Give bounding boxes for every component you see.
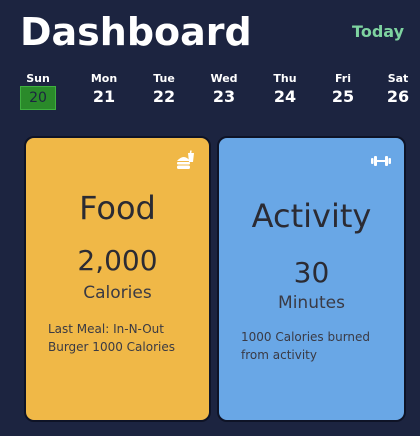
day-fri[interactable]: Fri 25 — [323, 72, 363, 108]
day-wed[interactable]: Wed 23 — [204, 72, 244, 108]
day-date: 20 — [20, 86, 56, 110]
food-card[interactable]: Food 2,000 Calories Last Meal: In-N-Out … — [24, 136, 211, 422]
day-name: Sun — [26, 72, 50, 85]
activity-minutes-value: 30 — [293, 256, 330, 289]
day-name: Sat — [387, 72, 409, 85]
day-name: Wed — [210, 72, 238, 85]
header: Dashboard Today — [0, 0, 420, 70]
day-sat[interactable]: Sat 26 — [378, 72, 418, 108]
day-sun[interactable]: Sun 20 — [18, 72, 58, 110]
activity-minutes-unit: Minutes — [278, 293, 345, 313]
today-button[interactable]: Today — [352, 22, 404, 42]
week-strip: Sun 20 Mon 21 Tue 22 Wed 23 Thu 24 Fri 2… — [0, 72, 420, 112]
activity-card[interactable]: Activity 30 Minutes 1000 Calories burned… — [217, 136, 406, 422]
food-last-meal: Last Meal: In-N-Out Burger 1000 Calories — [48, 322, 175, 354]
day-date: 24 — [273, 87, 297, 106]
food-icon — [175, 150, 197, 172]
food-title: Food — [79, 189, 156, 227]
day-name: Tue — [153, 72, 175, 85]
day-date: 21 — [92, 87, 116, 106]
day-name: Fri — [334, 72, 351, 85]
day-name: Thu — [273, 72, 297, 85]
page-title: Dashboard — [20, 10, 252, 54]
food-calories-value: 2,000 — [77, 244, 158, 277]
day-date: 25 — [331, 87, 355, 106]
food-calories-unit: Calories — [83, 283, 152, 303]
day-date: 23 — [212, 87, 236, 106]
dumbbell-icon — [370, 150, 392, 172]
day-date: 22 — [152, 87, 176, 106]
activity-calories-burned: 1000 Calories burned from activity — [241, 330, 371, 362]
day-thu[interactable]: Thu 24 — [265, 72, 305, 108]
day-tue[interactable]: Tue 22 — [144, 72, 184, 108]
day-mon[interactable]: Mon 21 — [84, 72, 124, 108]
activity-title: Activity — [251, 197, 372, 235]
day-name: Mon — [90, 72, 118, 85]
day-date: 26 — [386, 87, 410, 106]
